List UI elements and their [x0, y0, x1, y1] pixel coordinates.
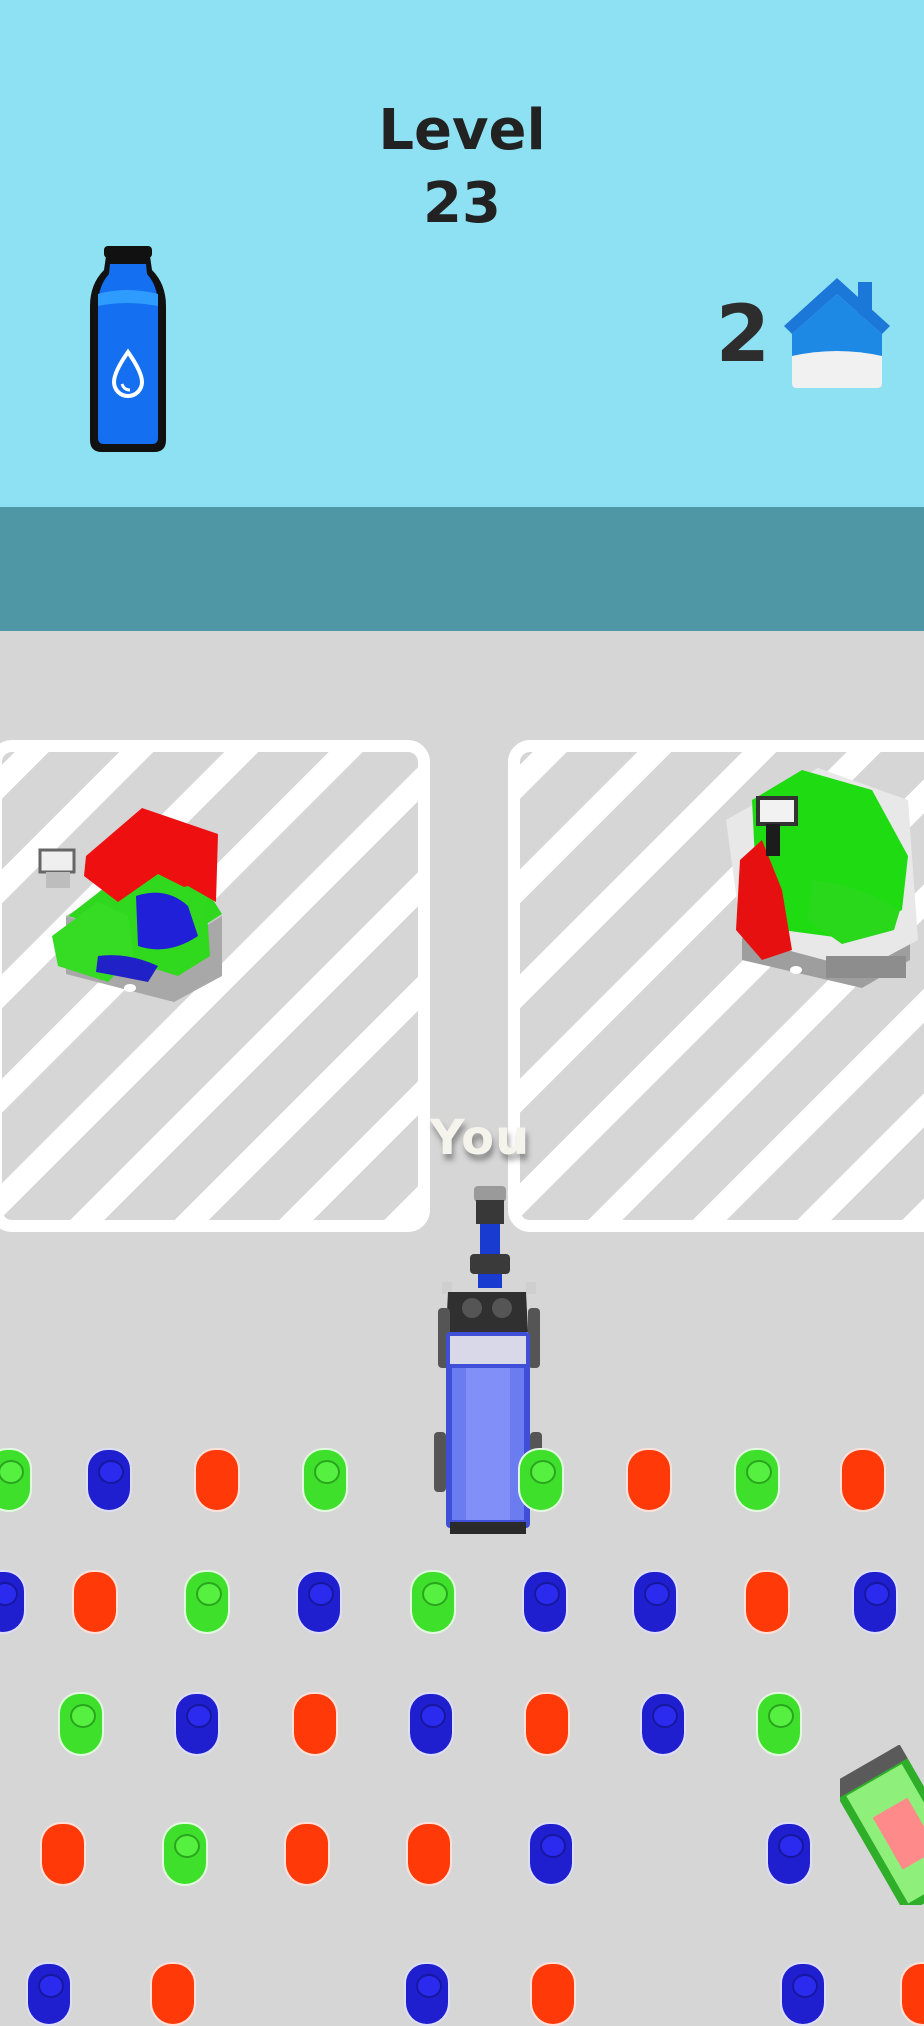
paint-cup-lid	[534, 1582, 560, 1606]
green-paint-cup	[734, 1448, 780, 1512]
red-paint-cup	[530, 1962, 576, 2026]
rival-paint-truck	[840, 1745, 924, 1905]
blue-paint-cup	[26, 1962, 72, 2026]
red-paint-cup	[406, 1822, 452, 1886]
blue-paint-cup	[296, 1570, 342, 1634]
blue-paint-cup	[86, 1448, 132, 1512]
paint-cup-lid	[778, 1834, 804, 1858]
green-paint-cup	[162, 1822, 208, 1886]
blue-paint-cup	[408, 1692, 454, 1756]
painted-house-left	[38, 808, 222, 1002]
blue-paint-cup	[632, 1570, 678, 1634]
green-paint-cup	[184, 1570, 230, 1634]
level-number: 23	[423, 171, 501, 236]
paint-cup-lid	[186, 1704, 212, 1728]
paint-cup-lid	[416, 1974, 442, 1998]
paint-cup-lid	[530, 1460, 556, 1484]
green-paint-cup	[0, 1448, 32, 1512]
red-paint-cup	[900, 1962, 924, 2026]
water-bottle-icon	[90, 246, 166, 452]
red-paint-cup	[524, 1692, 570, 1756]
paint-cup-lid	[420, 1704, 446, 1728]
blue-paint-cup	[174, 1692, 220, 1756]
paint-cup-lid	[98, 1460, 124, 1484]
blue-paint-cup	[522, 1570, 568, 1634]
green-paint-cup	[410, 1570, 456, 1634]
blue-paint-cup	[766, 1822, 812, 1886]
house-icon	[784, 278, 890, 388]
paint-cup-lid	[746, 1460, 772, 1484]
red-paint-cup	[72, 1570, 118, 1634]
red-paint-cup	[840, 1448, 886, 1512]
blue-paint-cup	[640, 1692, 686, 1756]
player-label: You	[429, 1110, 531, 1166]
paint-cup-lid	[792, 1974, 818, 1998]
blue-paint-cup	[528, 1822, 574, 1886]
paint-cup-lid	[38, 1974, 64, 1998]
paint-cup-lid	[422, 1582, 448, 1606]
green-paint-cup	[518, 1448, 564, 1512]
painted-house-right	[726, 768, 918, 988]
blue-paint-cup	[0, 1570, 26, 1634]
green-paint-cup	[756, 1692, 802, 1756]
paint-cup-lid	[174, 1834, 200, 1858]
paint-cup-lid	[0, 1460, 24, 1484]
red-paint-cup	[744, 1570, 790, 1634]
red-paint-cup	[626, 1448, 672, 1512]
green-paint-cup	[58, 1692, 104, 1756]
paint-cup-lid	[768, 1704, 794, 1728]
level-label: Level	[378, 98, 546, 163]
paint-cup-lid	[864, 1582, 890, 1606]
paint-cup-lid	[0, 1582, 18, 1606]
paint-cup-lid	[652, 1704, 678, 1728]
green-paint-cup	[302, 1448, 348, 1512]
paint-cup-lid	[70, 1704, 96, 1728]
red-paint-cup	[292, 1692, 338, 1756]
paint-cup-lid	[196, 1582, 222, 1606]
blue-paint-cup	[780, 1962, 826, 2026]
paint-cup-lid	[314, 1460, 340, 1484]
red-paint-cup	[150, 1962, 196, 2026]
red-paint-cup	[40, 1822, 86, 1886]
red-paint-cup	[284, 1822, 330, 1886]
blue-paint-cup	[852, 1570, 898, 1634]
paint-cup-lid	[644, 1582, 670, 1606]
houses-remaining-count: 2	[715, 290, 770, 380]
blue-paint-cup	[404, 1962, 450, 2026]
red-paint-cup	[194, 1448, 240, 1512]
horizon-band	[0, 507, 924, 631]
paint-cup-lid	[540, 1834, 566, 1858]
paint-cup-lid	[308, 1582, 334, 1606]
